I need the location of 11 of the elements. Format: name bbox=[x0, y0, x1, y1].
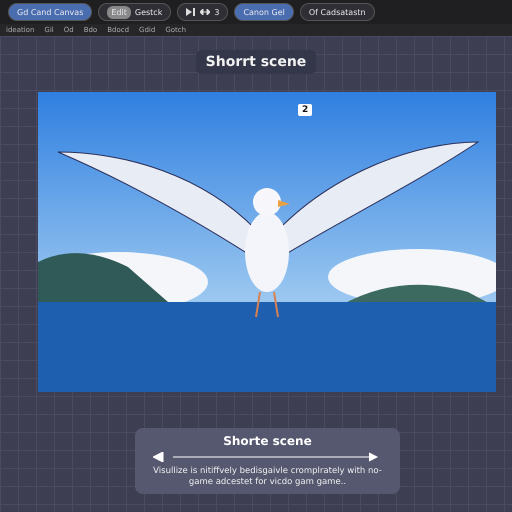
toolbar-button[interactable]: Canon Gel bbox=[234, 3, 294, 21]
toolbar-button[interactable]: Edit Gestck bbox=[98, 3, 172, 21]
playback-button[interactable]: 3 bbox=[177, 3, 228, 21]
caption-text: Visullize is nitiffvely bedisgaivle cromplrately with no-game adcestet for vicdo gam game.. bbox=[152, 466, 383, 488]
scene-title: Shorrt scene bbox=[196, 50, 316, 74]
frame-marker: 2 bbox=[298, 104, 312, 116]
double-arrow-icon bbox=[200, 9, 210, 15]
caption-title: Shorte scene bbox=[223, 434, 312, 448]
toolbar-button[interactable]: Gd Cand Canvas bbox=[8, 3, 92, 21]
toolbar-button[interactable]: Of Cadsatastn bbox=[300, 3, 375, 21]
play-icon bbox=[186, 8, 196, 16]
